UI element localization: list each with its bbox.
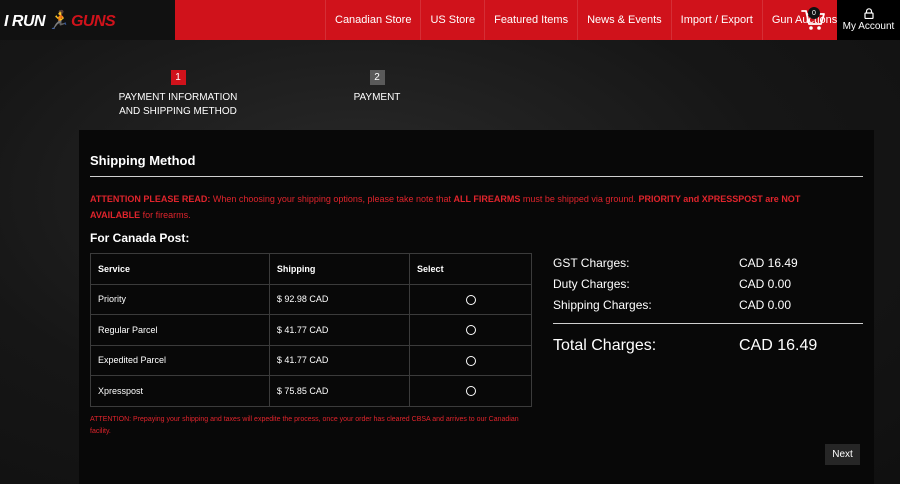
- step-1-label: PAYMENT INFORMATION AND SHIPPING METHOD: [118, 92, 238, 117]
- cart-count-badge: 0: [808, 7, 820, 19]
- firearms-attention-notice: ATTENTION PLEASE READ: When choosing you…: [90, 194, 801, 220]
- my-account-button[interactable]: My Account: [837, 0, 900, 40]
- prepay-attention-note: ATTENTION: Prepaying your shipping and t…: [90, 416, 519, 435]
- service-price: $ 92.98 CAD: [268, 283, 411, 315]
- step-1: 1 PAYMENT INFORMATION AND SHIPPING METHO…: [113, 67, 243, 119]
- shipping-charges-value: CAD 0.00: [739, 298, 792, 312]
- table-row: Xpresspost $ 75.85 CAD: [90, 375, 532, 407]
- gst-charges-label: GST Charges:: [553, 256, 630, 270]
- select-cell: [409, 283, 532, 315]
- column-header-select: Select: [409, 253, 532, 285]
- shipping-options-table: Service Shipping Select Priority $ 92.98…: [90, 253, 532, 407]
- main-nav: Canadian Store US Store Featured Items N…: [325, 0, 846, 40]
- my-account-label: My Account: [842, 21, 895, 32]
- runner-icon: 🏃: [47, 9, 69, 30]
- nav-item-news-events[interactable]: News & Events: [577, 0, 671, 40]
- summary-divider: [553, 323, 863, 324]
- table-row: Regular Parcel $ 41.77 CAD: [90, 314, 532, 346]
- canada-post-title: For Canada Post:: [90, 231, 190, 245]
- step-2-number: 2: [369, 70, 385, 85]
- table-header-row: Service Shipping Select: [90, 253, 532, 285]
- lock-icon: [863, 8, 874, 19]
- shipping-radio-xpresspost[interactable]: [465, 386, 476, 397]
- select-cell: [409, 314, 532, 346]
- gst-charges-value: CAD 16.49: [739, 256, 798, 270]
- service-name: Expedited Parcel: [90, 344, 270, 376]
- nav-item-featured-items[interactable]: Featured Items: [484, 0, 577, 40]
- shipping-charges-label: Shipping Charges:: [553, 298, 652, 312]
- step-2-label: PAYMENT: [353, 92, 401, 103]
- shipping-radio-priority[interactable]: [465, 294, 476, 305]
- select-cell: [409, 344, 532, 376]
- nav-item-us-store[interactable]: US Store: [420, 0, 484, 40]
- service-price: $ 41.77 CAD: [268, 344, 411, 376]
- duty-charges-row: Duty Charges: CAD 0.00: [553, 277, 853, 291]
- service-name: Xpresspost: [90, 375, 270, 407]
- total-charges-row: Total Charges: CAD 16.49: [553, 337, 853, 355]
- column-header-service: Service: [90, 253, 270, 285]
- service-name: Regular Parcel: [90, 314, 270, 346]
- nav-item-import-export[interactable]: Import / Export: [670, 0, 762, 40]
- step-1-number: 1: [170, 70, 186, 85]
- column-header-shipping: Shipping: [268, 253, 411, 285]
- step-2: 2 PAYMENT: [337, 67, 417, 105]
- total-charges-label: Total Charges:: [553, 337, 657, 354]
- table-row: Expedited Parcel $ 41.77 CAD: [90, 344, 532, 376]
- table-row: Priority $ 92.98 CAD: [90, 283, 532, 315]
- duty-charges-value: CAD 0.00: [739, 277, 792, 291]
- gst-charges-row: GST Charges: CAD 16.49: [553, 256, 853, 270]
- total-charges-value: CAD 16.49: [739, 337, 818, 354]
- shipping-charges-row: Shipping Charges: CAD 0.00: [553, 298, 853, 312]
- shipping-method-title: Shipping Method: [90, 153, 196, 168]
- site-logo[interactable]: I RUN 🏃 GUNS: [0, 0, 175, 40]
- title-divider: [90, 176, 863, 177]
- logo-text: I RUN 🏃 GUNS: [4, 9, 116, 30]
- service-price: $ 41.77 CAD: [268, 314, 411, 346]
- select-cell: [409, 375, 532, 407]
- service-price: $ 75.85 CAD: [268, 375, 411, 407]
- nav-item-canadian-store[interactable]: Canadian Store: [325, 0, 420, 40]
- duty-charges-label: Duty Charges:: [553, 277, 630, 291]
- shipping-radio-expedited-parcel[interactable]: [465, 355, 476, 366]
- service-name: Priority: [90, 283, 270, 315]
- next-button[interactable]: Next: [825, 444, 860, 465]
- shipping-radio-regular-parcel[interactable]: [465, 325, 476, 336]
- site-header: I RUN 🏃 GUNS Canadian Store US Store Featu…: [0, 0, 900, 40]
